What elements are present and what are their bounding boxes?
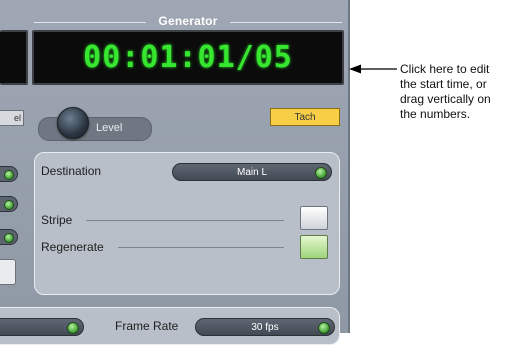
timecode-value[interactable]: 00:01:01/05 (83, 40, 293, 75)
generator-title: Generator (158, 14, 218, 28)
generator-header: Generator (34, 14, 342, 30)
header-rule-right (230, 22, 342, 23)
tach-label: Tach (294, 111, 316, 123)
left-small-button[interactable]: el (0, 110, 24, 126)
regenerate-label: Regenerate (41, 240, 104, 254)
level-label: Level (96, 122, 123, 134)
stripe-button[interactable] (300, 206, 328, 230)
stripe-rule (86, 220, 284, 221)
side-led-2[interactable] (0, 196, 18, 212)
side-led-3[interactable] (0, 229, 18, 245)
destination-value: Main L (236, 166, 267, 178)
destination-dropdown[interactable]: Main L (172, 163, 332, 181)
left-lcd-display (0, 30, 28, 85)
callout-text: Click here to edit the start time, or dr… (400, 62, 491, 121)
callout-arrow-icon (349, 64, 397, 74)
led-3-indicator (4, 233, 14, 243)
frame-rate-dropdown[interactable]: 30 fps (195, 318, 335, 336)
stripe-label: Stripe (41, 213, 73, 227)
regenerate-rule (118, 247, 284, 248)
led-1-indicator (4, 170, 14, 180)
side-led-1[interactable] (0, 166, 18, 182)
left-dropdown-indicator-icon (67, 322, 79, 334)
left-small-button-label: el (13, 113, 21, 123)
frame-rate-indicator-icon (318, 322, 330, 334)
level-pill (38, 117, 152, 141)
frame-rate-value: 30 fps (251, 321, 279, 333)
left-dropdown[interactable] (0, 318, 84, 336)
destination-label: Destination (41, 164, 102, 178)
side-box-button[interactable] (0, 259, 16, 285)
frame-rate-label: Frame Rate (115, 319, 179, 333)
led-2-indicator (4, 200, 14, 210)
destination-indicator-icon (315, 167, 327, 179)
generator-panel: Generator 00:01:01/05 el Level Tach Dest… (0, 0, 350, 345)
tach-button[interactable]: Tach (270, 108, 340, 126)
level-knob[interactable] (57, 107, 89, 139)
regenerate-button[interactable] (300, 235, 328, 259)
timecode-display[interactable]: 00:01:01/05 (32, 30, 344, 85)
